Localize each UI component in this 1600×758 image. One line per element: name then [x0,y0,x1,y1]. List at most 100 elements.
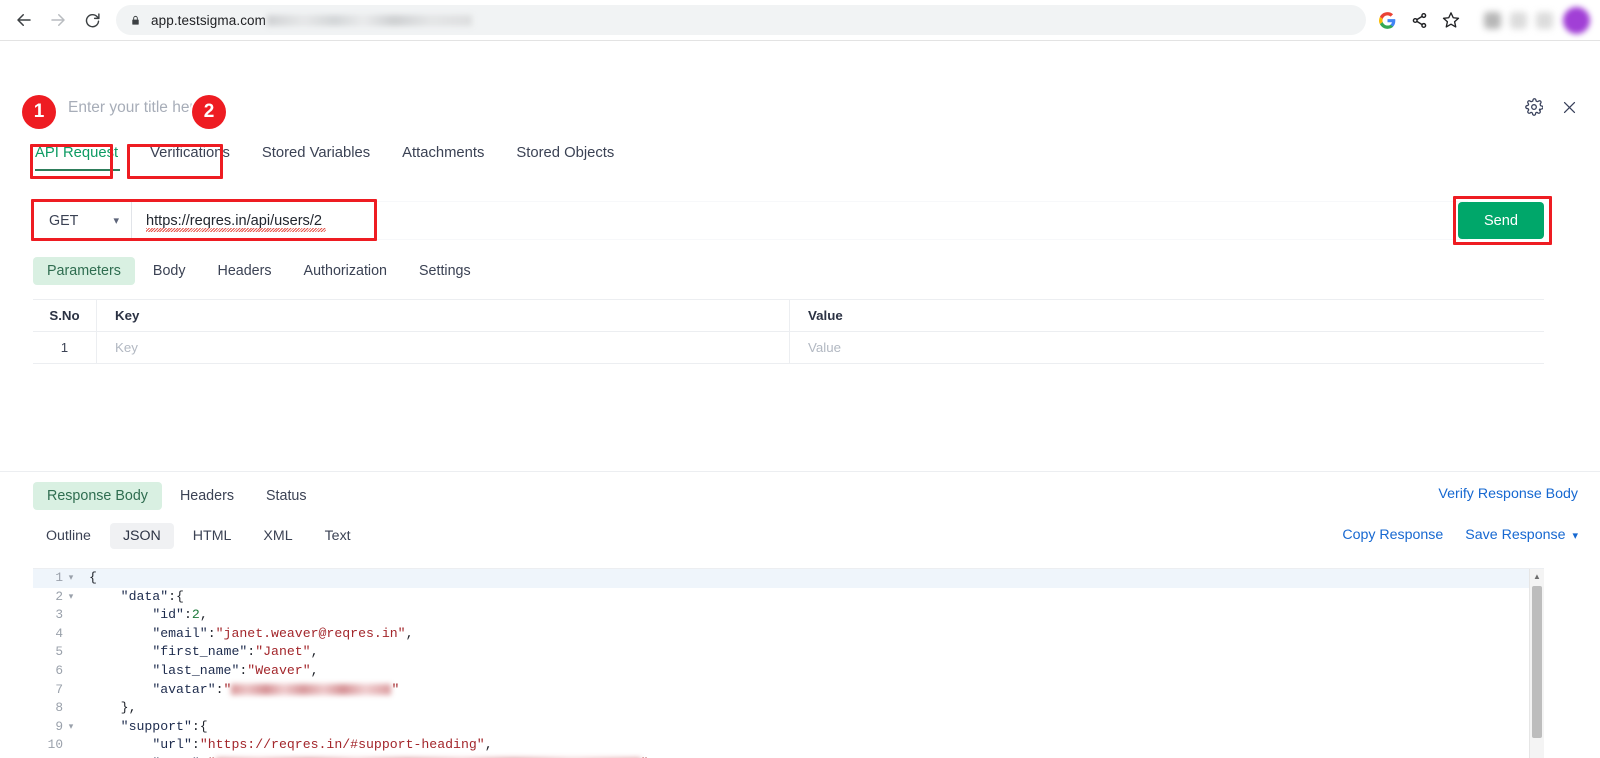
extension-icon[interactable] [1510,11,1527,29]
code-line-text: { [89,569,97,588]
request-url-wrap [132,202,1468,239]
extension-icon[interactable] [1484,11,1501,29]
code-token: { [89,570,97,585]
reload-icon[interactable] [76,4,108,36]
code-line-text: "email":"janet.weaver@reqres.in", [89,625,413,644]
parameters-table: S.No Key Value 1 Key Value [33,299,1544,364]
response-tab-status[interactable]: Status [252,482,321,510]
format-tab-json[interactable]: JSON [109,523,174,549]
gear-icon[interactable] [1525,98,1543,116]
code-line-number: 8 [55,700,63,716]
code-line: 4 "email":"janet.weaver@reqres.in", [33,625,1529,644]
cell-key-input[interactable]: Key [96,332,789,363]
request-url-input[interactable] [132,202,348,239]
response-tab-headers[interactable]: Headers [166,482,248,510]
code-token: "avatar" [152,681,216,697]
subtab-authorization[interactable]: Authorization [290,257,401,285]
subtab-label: Authorization [303,263,387,279]
response-tab-label: Response Body [47,488,148,504]
tab-api-request[interactable]: API Request [33,145,134,171]
format-tab-outline[interactable]: Outline [33,523,104,549]
code-fold-chevron-icon[interactable]: ▾ [63,569,79,588]
forward-arrow-icon[interactable] [42,4,74,36]
format-tab-label: JSON [122,528,161,544]
verify-response-body-link[interactable]: Verify Response Body [1438,486,1578,502]
chevron-down-icon: ▾ [113,215,119,227]
google-icon[interactable] [1372,5,1402,35]
code-token: , [199,607,208,623]
tab-verifications[interactable]: Verifications [134,145,246,171]
close-icon[interactable] [1561,99,1578,116]
code-line-number: 1 [55,570,63,585]
subtab-headers[interactable]: Headers [204,257,286,285]
tab-label: Verifications [150,145,230,161]
code-line-text: "data":{ [89,588,184,607]
http-method-select[interactable]: GET ▾ [33,202,132,239]
subtab-settings[interactable]: Settings [405,257,485,285]
share-icon[interactable] [1404,5,1434,35]
tab-label: Attachments [402,145,485,161]
code-line-text: }, [89,699,137,718]
tab-stored-variables[interactable]: Stored Variables [246,145,386,171]
tab-stored-objects[interactable]: Stored Objects [500,145,630,171]
api-request-panel: API Request Verifications Stored Variabl… [0,41,1600,758]
send-button[interactable]: Send [1458,202,1544,239]
subtab-body[interactable]: Body [139,257,200,285]
tab-attachments[interactable]: Attachments [386,145,500,171]
code-vertical-scrollbar[interactable]: ▲ ▼ [1529,569,1544,758]
response-tab-body[interactable]: Response Body [33,482,162,510]
subtab-parameters[interactable]: Parameters [33,257,135,285]
annotation-badge-1: 1 [22,95,56,129]
cell-value-input[interactable]: Value [789,332,1544,363]
code-fold-chevron-icon[interactable]: ▾ [63,718,79,737]
code-token: :{ [168,588,184,604]
subtab-label: Headers [217,263,272,279]
code-line-text: "support":{ [89,718,208,737]
profile-avatar[interactable] [1563,6,1590,34]
lock-icon [130,14,141,27]
panel-header-actions [1525,98,1578,116]
address-bar-url: app.testsigma.com [151,12,266,28]
format-tab-label: XML [263,528,293,544]
format-tab-text[interactable]: Text [312,523,364,549]
browser-extension-icons[interactable] [1470,11,1563,29]
code-line-text: "first_name":"Janet", [89,643,318,662]
scrollbar-thumb[interactable] [1532,586,1542,738]
back-arrow-icon[interactable] [8,4,40,36]
code-line-number: 4 [55,625,63,641]
column-header-value: Value [789,300,1544,331]
extension-icon[interactable] [1536,11,1553,29]
tab-label: Stored Objects [516,145,615,161]
save-response-button[interactable]: Save Response ▾ [1465,527,1578,543]
format-tab-label: HTML [192,528,232,544]
request-title-input[interactable] [68,99,398,117]
response-tab-strip: Response Body Headers Status [33,482,321,510]
code-line: 1 ▾ { [33,569,1529,588]
code-token: : [247,644,256,660]
request-subtab-strip: Parameters Body Headers Authorization Se… [33,257,485,285]
browser-toolbar: app.testsigma.com [0,0,1600,41]
response-tab-label: Status [265,488,307,504]
code-token: }, [120,700,137,716]
copy-response-button[interactable]: Copy Response [1342,527,1443,543]
save-response-label: Save Response [1465,527,1566,543]
code-token: "https://reqres.in/#support-heading" [199,737,485,753]
scroll-up-icon[interactable]: ▲ [1530,569,1544,584]
subtab-label: Settings [419,263,471,279]
chevron-down-icon: ▾ [1572,530,1578,542]
response-code-lines[interactable]: 1 ▾{2 ▾ "data":{3 "id":2, 4 "email":"janet.… [33,569,1529,758]
code-token: "first_name" [152,644,248,660]
code-token: : [191,737,200,753]
star-icon[interactable] [1436,5,1466,35]
code-line-text: "id":2, [89,606,208,625]
format-tab-html[interactable]: HTML [180,523,245,549]
code-fold-chevron-icon[interactable]: ▾ [63,588,79,607]
code-line-number: 2 [55,588,63,604]
format-tab-xml[interactable]: XML [250,523,305,549]
code-token: "last_name" [152,662,240,678]
code-line: 2 ▾ "data":{ [33,588,1529,607]
code-line: 3 "id":2, [33,606,1529,625]
table-row: 1 Key Value [33,332,1544,364]
code-token: "Weaver" [247,662,311,678]
address-bar[interactable]: app.testsigma.com [116,5,1366,35]
